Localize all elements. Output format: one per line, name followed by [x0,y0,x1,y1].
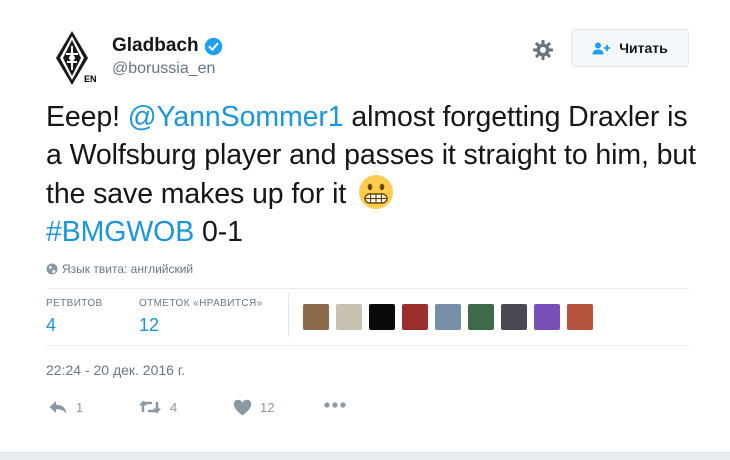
liker-avatar[interactable] [567,304,593,330]
language-note: Язык твита: английский [46,262,193,276]
tweet-text-part: 0-1 [194,216,243,248]
display-name[interactable]: Gladbach [112,35,199,57]
likes-label: ОТМЕТОК «НРАВИТСЯ» [139,298,263,309]
mention-link[interactable]: @YannSommer1 [128,101,344,133]
add-user-icon [592,42,611,55]
language-note-text: Язык твита: английский [62,262,194,276]
retweet-button[interactable]: 4 [138,399,177,415]
liker-avatar[interactable] [402,304,428,330]
more-dots-icon [324,402,346,408]
gear-icon[interactable] [531,38,555,62]
avatar[interactable]: EN [44,28,106,90]
liker-avatar[interactable] [468,304,494,330]
retweet-count: 4 [170,399,178,415]
likes-count: 12 [139,315,160,335]
like-count: 12 [260,400,275,415]
name-row: Gladbach [112,35,223,57]
stats-separator [288,293,289,337]
globe-icon [46,263,58,275]
retweets-count: 4 [46,315,57,335]
liker-avatar[interactable] [303,304,329,330]
reply-button[interactable]: 1 [48,399,83,415]
reply-icon [49,401,67,414]
grimacing-face-emoji-icon [358,175,393,209]
likes-stat[interactable]: ОТМЕТОК «НРАВИТСЯ» 12 [139,298,263,336]
verified-badge-icon [204,37,222,55]
reply-count: 1 [76,399,84,415]
retweets-stat[interactable]: РЕТВИТОВ 4 [46,298,103,336]
heart-icon [233,399,252,416]
liker-avatar[interactable] [534,304,560,330]
liker-avatars [303,304,600,330]
follow-button-label: Читать [619,40,668,56]
retweets-label: РЕТВИТОВ [46,298,103,309]
liker-avatar[interactable] [501,304,527,330]
retweet-icon [139,400,161,414]
tweet-text-part: Eeep! [46,101,128,133]
bottom-strip [0,452,730,460]
like-button[interactable]: 12 [233,399,274,416]
tweet-text: Eeep! @YannSommer1 almost forgetting Dra… [46,98,696,251]
divider [46,345,689,346]
hashtag-link[interactable]: #BMGWOB [46,216,194,248]
tweet-timestamp[interactable]: 22:24 - 20 дек. 2016 г. [46,362,185,378]
liker-avatar[interactable] [336,304,362,330]
liker-avatar[interactable] [369,304,395,330]
liker-avatar[interactable] [435,304,461,330]
avatar-badge: EN [84,74,97,84]
more-button[interactable] [323,401,355,409]
divider [46,288,689,289]
follow-button[interactable]: Читать [571,29,689,67]
tweet-card: EN Gladbach @borussia_en Читать Eeep! @Y… [0,0,730,452]
username-handle[interactable]: @borussia_en [112,60,215,78]
